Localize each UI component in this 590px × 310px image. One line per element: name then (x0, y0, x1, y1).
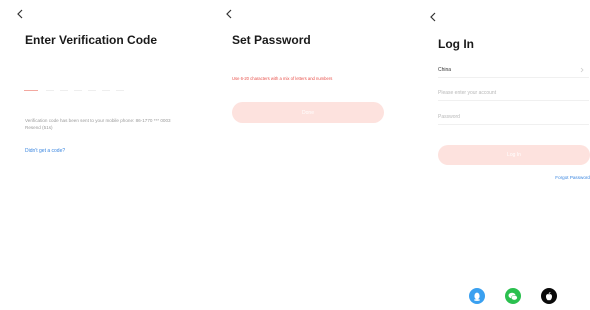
account-input[interactable] (438, 87, 589, 99)
done-button[interactable]: Done (232, 102, 384, 123)
chevron-left-icon (17, 9, 23, 19)
code-slot (46, 90, 54, 91)
verification-code-input[interactable] (24, 80, 154, 98)
code-slot-active (24, 90, 38, 91)
wechat-login-button[interactable] (505, 288, 521, 304)
code-slot (116, 90, 124, 91)
qq-login-button[interactable] (469, 288, 485, 304)
password-requirements-hint: Use 6-20 characters with a mix of letter… (232, 76, 333, 81)
back-button[interactable] (14, 7, 26, 21)
password-field[interactable] (232, 63, 387, 73)
chevron-left-icon (226, 9, 232, 19)
chevron-right-icon (580, 67, 584, 73)
page-title: Log In (438, 37, 474, 51)
code-slot (60, 90, 68, 91)
verification-info-text: Verification code has been sent to your … (25, 118, 171, 130)
code-slot (74, 90, 82, 91)
verification-screen: Enter Verification Code Verification cod… (0, 0, 205, 310)
password-input[interactable] (438, 111, 589, 123)
country-select[interactable]: China (438, 63, 589, 78)
set-password-screen: Set Password Use 6-20 characters with a … (205, 0, 410, 310)
code-slot (102, 90, 110, 91)
apple-icon (546, 291, 552, 300)
chevron-left-icon (430, 12, 436, 22)
apple-login-button[interactable] (541, 288, 557, 304)
account-field[interactable] (438, 86, 589, 101)
forgot-password-link[interactable]: Forgot Password (555, 175, 590, 180)
code-slot (88, 90, 96, 91)
country-value: China (438, 67, 452, 73)
login-button[interactable]: Log In (438, 145, 590, 165)
login-screen: Log In China Log In Forgot Password (410, 0, 590, 310)
wechat-icon (508, 292, 518, 300)
page-title: Set Password (232, 33, 311, 47)
back-button[interactable] (427, 10, 439, 24)
password-field[interactable] (438, 110, 589, 125)
didnt-get-code-link[interactable]: Didn't get a code? (25, 148, 65, 154)
back-button[interactable] (223, 7, 235, 21)
qq-icon (474, 292, 480, 301)
page-title: Enter Verification Code (25, 33, 158, 47)
